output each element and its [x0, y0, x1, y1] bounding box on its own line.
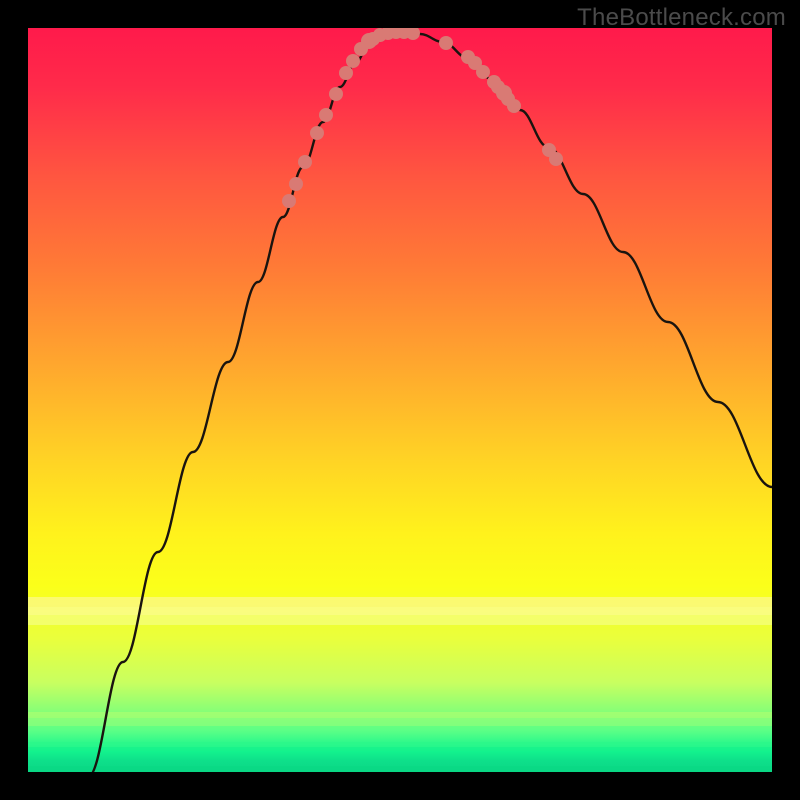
curve-marker [439, 36, 453, 50]
curve-marker [339, 66, 353, 80]
watermark-text: TheBottleneck.com [577, 4, 786, 32]
curve-marker [346, 54, 360, 68]
plot-area [28, 28, 772, 772]
curve-layer [28, 28, 772, 772]
curve-marker [406, 28, 420, 40]
curve-marker [329, 87, 343, 101]
chart-frame: TheBottleneck.com [0, 0, 800, 800]
curve-marker [310, 126, 324, 140]
curve-marker [282, 194, 296, 208]
curve-marker [549, 152, 563, 166]
curve-marker [289, 177, 303, 191]
curve-marker [507, 99, 521, 113]
curve-marker [298, 155, 312, 169]
curve-marker [476, 65, 490, 79]
curve-marker [319, 108, 333, 122]
curve-markers [282, 28, 563, 208]
bottleneck-curve [88, 32, 772, 772]
